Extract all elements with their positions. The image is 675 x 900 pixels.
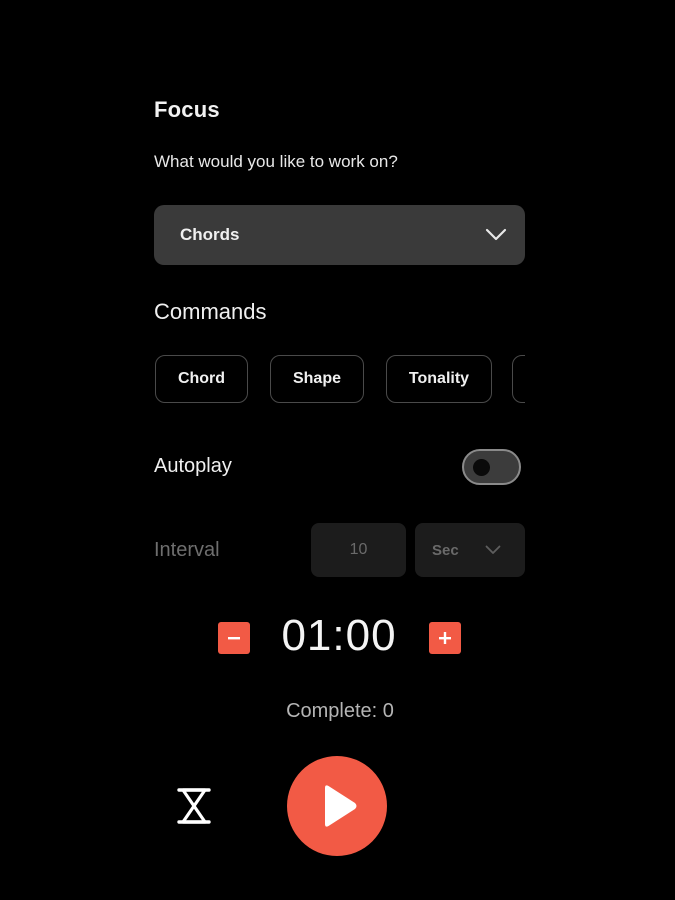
minus-icon <box>228 637 240 640</box>
timer-mode-button[interactable] <box>174 786 214 826</box>
interval-value-field[interactable]: 10 <box>311 523 406 577</box>
complete-count: Complete: 0 <box>286 700 394 722</box>
interval-unit-select[interactable]: Sec <box>415 523 525 577</box>
chevron-down-icon <box>485 228 507 241</box>
command-chip-tonality[interactable]: Tonality <box>386 355 492 403</box>
interval-unit-value: Sec <box>432 541 459 559</box>
hourglass-icon <box>177 788 211 824</box>
chevron-down-icon <box>485 545 501 554</box>
commands-chip-row[interactable]: Chord Shape Tonality <box>154 355 525 403</box>
increment-time-button[interactable] <box>429 622 461 654</box>
decrement-time-button[interactable] <box>218 622 250 654</box>
autoplay-toggle[interactable] <box>462 449 521 485</box>
command-chip-partial[interactable] <box>512 355 525 403</box>
commands-heading: Commands <box>154 299 267 324</box>
page-title: Focus <box>154 97 220 122</box>
focus-dropdown[interactable]: Chords <box>154 205 525 265</box>
plus-icon <box>439 632 451 644</box>
command-chip-chord[interactable]: Chord <box>155 355 248 403</box>
focus-dropdown-value: Chords <box>180 225 240 244</box>
play-button[interactable] <box>287 756 387 856</box>
interval-label: Interval <box>154 539 220 561</box>
toggle-knob <box>473 459 490 476</box>
timer-display: 01:00 <box>281 611 397 660</box>
autoplay-label: Autoplay <box>154 455 232 477</box>
command-chip-shape[interactable]: Shape <box>270 355 364 403</box>
focus-question: What would you like to work on? <box>154 152 398 171</box>
play-icon <box>325 785 357 827</box>
focus-screen: Focus What would you like to work on? Ch… <box>0 0 675 900</box>
